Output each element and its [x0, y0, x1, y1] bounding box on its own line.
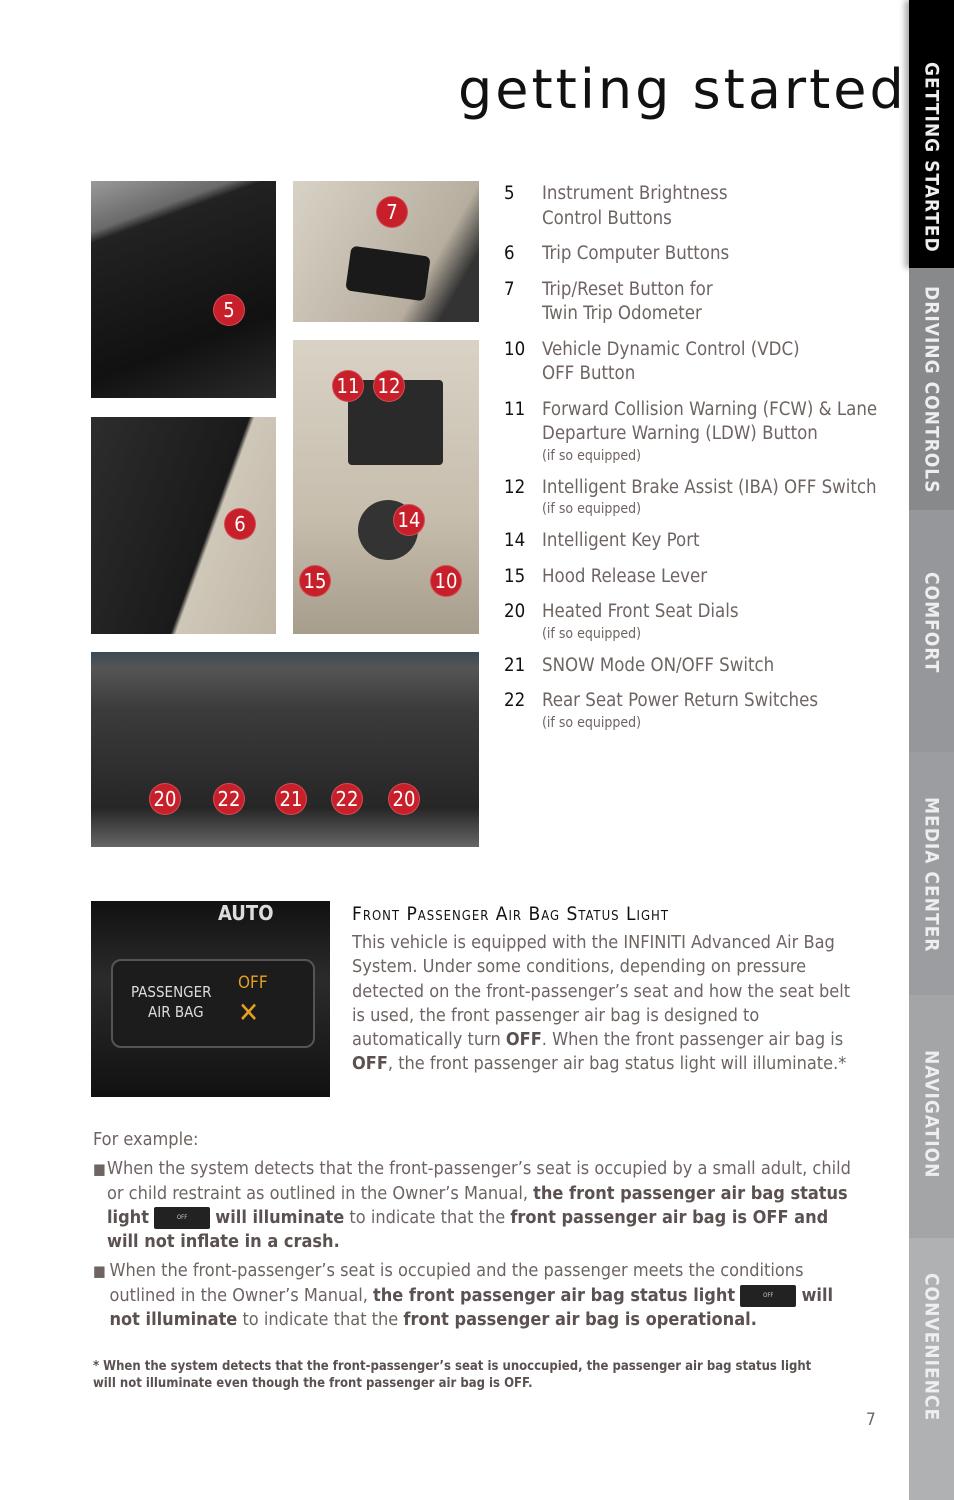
- list-item: 7 Trip/Reset Button for Twin Trip Odomete…: [504, 278, 713, 325]
- callout-badge: 6: [224, 508, 256, 540]
- callout-badge: 14: [393, 504, 425, 536]
- callout-badge: 21: [275, 783, 307, 815]
- list-item: 11 Forward Collision Warning (FCW) & Lane…: [504, 398, 878, 464]
- footnote: * When the system detects that the front…: [93, 1359, 812, 1391]
- photo-trip-reset: 7: [293, 181, 479, 322]
- callout-badge: 5: [213, 294, 245, 326]
- photo-airbag-light: AUTO PASSENGER AIR BAG OFF ✕: [91, 901, 330, 1097]
- airbag-occupant-icon: ✕: [238, 996, 260, 1029]
- photo-lower-dash: 11 12 14 15 10: [293, 340, 479, 634]
- callout-badge: 11: [332, 370, 364, 402]
- tab-media-center[interactable]: MEDIA CENTER: [909, 752, 954, 995]
- tab-getting-started[interactable]: GETTING STARTED: [909, 0, 954, 268]
- airbag-light-icon: OFF: [154, 1206, 211, 1229]
- bullet-icon: ■: [93, 1160, 106, 1179]
- page-title: getting started: [458, 58, 907, 121]
- callout-badge: 15: [299, 565, 331, 597]
- callout-badge: 20: [388, 783, 420, 815]
- list-item: 14 Intelligent Key Port: [504, 530, 700, 551]
- callout-badge: 22: [213, 783, 245, 815]
- bullet-icon: ■: [93, 1262, 106, 1281]
- examples: For example: ■ When the system detects th…: [93, 1128, 853, 1332]
- airbag-description: This vehicle is equipped with the INFINI…: [352, 932, 851, 1075]
- tab-convenience[interactable]: CONVENIENCE: [909, 1238, 954, 1500]
- list-item: 5 Instrument Brightness Control Buttons: [504, 183, 728, 229]
- photo-center-console: 20 22 21 22 20: [91, 652, 479, 847]
- list-item: 22 Rear Seat Power Return Switches (if so …: [504, 690, 818, 731]
- list-item: 6 Trip Computer Buttons: [504, 243, 730, 264]
- bullet-item: ■ When the front-passenger’s seat is occu…: [93, 1259, 853, 1332]
- control-list: 5 Instrument Brightness Control Buttons 6…: [504, 182, 904, 743]
- callout-badge: 12: [373, 370, 405, 402]
- list-item: 21 SNOW Mode ON/OFF Switch: [504, 654, 775, 676]
- list-item: 12 Intelligent Brake Assist (IBA) OFF Swi…: [504, 476, 877, 518]
- callout-badge: 7: [376, 196, 408, 228]
- list-item: 20 Heated Front Seat Dials (if so equipped…: [504, 601, 739, 642]
- manual-page: getting started GETTING STARTED DRIVING …: [0, 0, 954, 1500]
- tab-comfort[interactable]: COMFORT: [909, 510, 954, 752]
- callout-badge: 10: [430, 565, 462, 597]
- callout-badge: 20: [149, 783, 181, 815]
- photo-brightness-buttons: 5: [91, 181, 276, 398]
- section-heading: Front Passenger Air Bag Status Light: [352, 903, 669, 925]
- photo-trip-computer: 6: [91, 417, 276, 634]
- bullet-item: ■ When the system detects that the front-…: [93, 1157, 853, 1254]
- airbag-light-icon: OFF: [740, 1284, 797, 1307]
- callout-badge: 22: [331, 783, 363, 815]
- list-item: 10 Vehicle Dynamic Control (VDC) OFF Butt…: [504, 338, 800, 385]
- tab-navigation[interactable]: NAVIGATION: [909, 995, 954, 1238]
- page-number: 7: [866, 1410, 876, 1430]
- tab-driving-controls[interactable]: DRIVING CONTROLS: [909, 268, 954, 510]
- list-item: 15 Hood Release Lever: [504, 565, 708, 587]
